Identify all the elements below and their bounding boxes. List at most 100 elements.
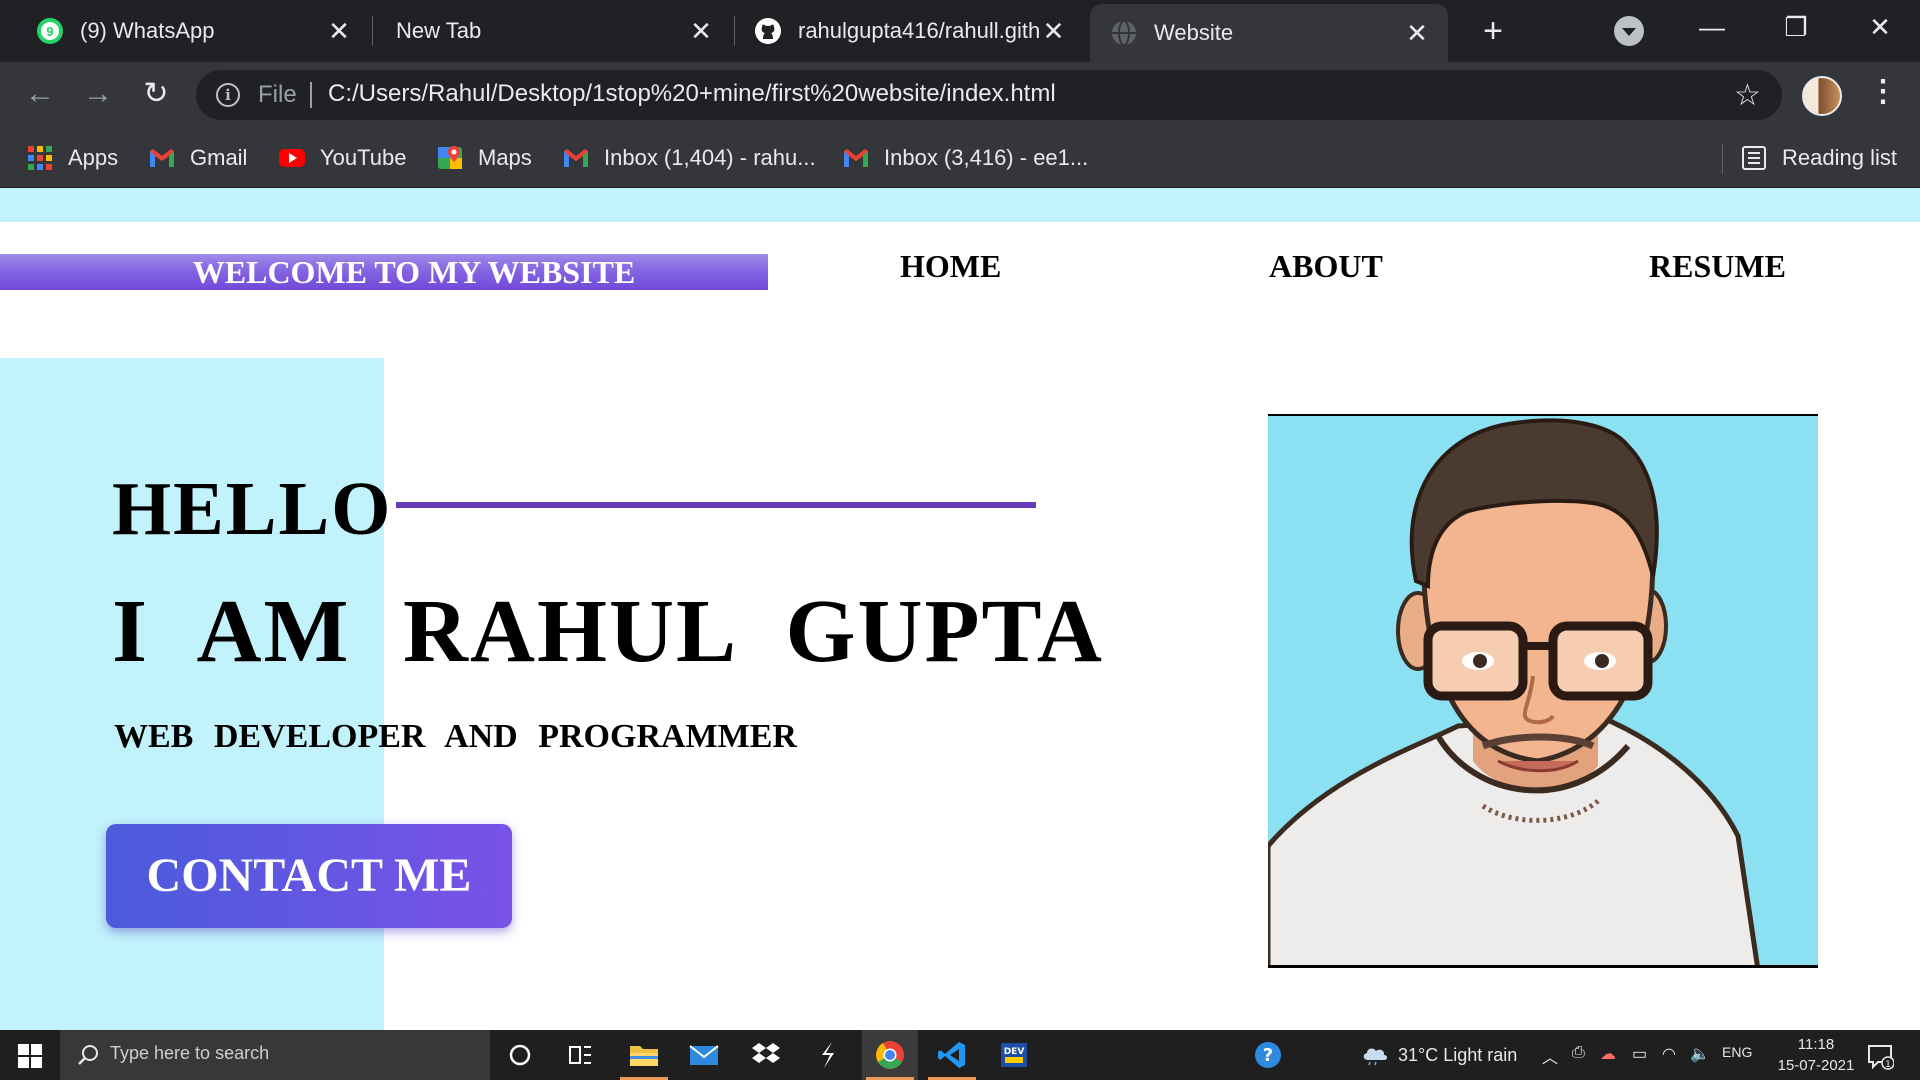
gmail-icon bbox=[564, 149, 588, 167]
tab-search-button[interactable] bbox=[1614, 16, 1644, 46]
bookmark-label: Maps bbox=[478, 145, 532, 170]
tab-website[interactable]: Website ✕ bbox=[1090, 4, 1448, 62]
svg-text:9: 9 bbox=[46, 24, 53, 39]
url-text[interactable]: C:/Users/Rahul/Desktop/1stop%20+mine/fir… bbox=[328, 80, 1056, 108]
vscode-button[interactable] bbox=[924, 1030, 980, 1080]
chevron-up-icon[interactable]: ︿ bbox=[1542, 1044, 1558, 1068]
taskbar-search-box[interactable]: Type here to search bbox=[60, 1030, 490, 1080]
nav-about[interactable]: ABOUT bbox=[1269, 248, 1383, 285]
bookmarks-divider bbox=[1722, 144, 1723, 174]
taskbar-clock[interactable]: 11:18 15-07-2021 bbox=[1756, 1034, 1876, 1076]
search-icon bbox=[78, 1045, 98, 1065]
page-viewport: WELCOME TO MY WEBSITE HOME ABOUT RESUME … bbox=[0, 188, 1920, 1030]
mail-icon bbox=[689, 1045, 719, 1065]
windows-taskbar: Type here to search DEV ? 31°C Light rai… bbox=[0, 1030, 1920, 1080]
close-window-button[interactable]: ✕ bbox=[1840, 0, 1920, 54]
tab-divider bbox=[734, 16, 735, 46]
close-icon[interactable]: ✕ bbox=[1041, 16, 1066, 47]
header-band bbox=[0, 188, 1920, 222]
chrome-button[interactable] bbox=[862, 1030, 918, 1080]
svg-text:DEV: DEV bbox=[1004, 1047, 1025, 1057]
name-heading: I AM RAHUL GUPTA bbox=[112, 582, 1104, 681]
weather-widget[interactable]: 31°C Light rain bbox=[1360, 1044, 1517, 1066]
info-icon[interactable]: i bbox=[216, 83, 240, 107]
dropbox-icon bbox=[752, 1043, 780, 1063]
help-button[interactable]: ? bbox=[1240, 1030, 1296, 1080]
gmail-icon bbox=[844, 149, 868, 167]
device-icon[interactable]: ⎙ bbox=[1572, 1044, 1585, 1062]
reading-list-label: Reading list bbox=[1782, 145, 1897, 170]
file-explorer-button[interactable] bbox=[616, 1030, 672, 1080]
cortana-icon bbox=[509, 1044, 531, 1066]
profile-avatar[interactable] bbox=[1802, 76, 1842, 116]
reload-button[interactable]: ↻ bbox=[136, 74, 176, 114]
bookmark-maps[interactable]: Maps bbox=[436, 128, 532, 188]
cloud-error-icon[interactable]: ☁ bbox=[1600, 1044, 1616, 1064]
contact-me-button[interactable]: CONTACT ME bbox=[106, 824, 512, 928]
menu-icon[interactable]: ⋮ bbox=[1868, 72, 1898, 116]
wifi-icon[interactable]: ◠ bbox=[1662, 1044, 1676, 1064]
forward-button[interactable]: → bbox=[78, 74, 118, 114]
nav-home[interactable]: HOME bbox=[900, 248, 1001, 285]
devcpp-button[interactable]: DEV bbox=[986, 1030, 1042, 1080]
reading-list-icon bbox=[1742, 146, 1766, 170]
tab-title: New Tab bbox=[396, 18, 482, 43]
language-indicator[interactable]: ENG bbox=[1722, 1044, 1752, 1060]
apps-grid-icon bbox=[28, 146, 52, 170]
bookmark-label: Inbox (3,416) - ee1... bbox=[884, 145, 1089, 170]
task-view-icon bbox=[569, 1046, 591, 1064]
close-icon[interactable]: ✕ bbox=[688, 16, 714, 47]
bookmark-star-icon[interactable]: ☆ bbox=[1734, 78, 1761, 113]
bookmark-inbox-2[interactable]: Inbox (3,416) - ee1... bbox=[842, 128, 1088, 188]
bookmark-apps[interactable]: Apps bbox=[26, 128, 118, 188]
gmail-icon bbox=[150, 149, 174, 167]
dropbox-button[interactable] bbox=[738, 1030, 794, 1080]
address-bar[interactable]: i File C:/Users/Rahul/Desktop/1stop%20+m… bbox=[196, 70, 1782, 120]
browser-toolbar: ← → ↻ i File C:/Users/Rahul/Desktop/1sto… bbox=[0, 62, 1920, 128]
portrait-illustration bbox=[1268, 418, 1760, 965]
cortana-button[interactable] bbox=[492, 1030, 548, 1080]
bookmark-label: Inbox (1,404) - rahu... bbox=[604, 145, 816, 170]
task-view-button[interactable] bbox=[552, 1030, 608, 1080]
new-tab-button[interactable]: + bbox=[1472, 10, 1514, 52]
bookmark-inbox-1[interactable]: Inbox (1,404) - rahu... bbox=[562, 128, 816, 188]
bookmark-label: Gmail bbox=[190, 145, 248, 170]
nav-resume[interactable]: RESUME bbox=[1649, 248, 1786, 285]
close-icon[interactable]: ✕ bbox=[326, 16, 352, 47]
tab-title: rahulgupta416/rahull.githu bbox=[798, 18, 1042, 43]
bookmark-gmail[interactable]: Gmail bbox=[148, 128, 247, 188]
github-icon bbox=[755, 18, 781, 44]
role-subtitle: WEB DEVELOPER AND PROGRAMMER bbox=[114, 718, 797, 755]
notification-icon[interactable]: 1 bbox=[1866, 1042, 1894, 1070]
battery-icon[interactable]: ▭ bbox=[1632, 1044, 1647, 1064]
bookmark-youtube[interactable]: YouTube bbox=[278, 128, 406, 188]
weather-text: 31°C Light rain bbox=[1398, 1044, 1518, 1065]
tab-whatsapp[interactable]: 9 (9) WhatsApp ✕ bbox=[0, 0, 370, 62]
volume-icon[interactable]: 🔈 bbox=[1690, 1044, 1710, 1064]
rain-cloud-icon bbox=[1363, 1048, 1387, 1066]
bookmarks-bar: Apps Gmail YouTube Maps Inbox (1,404) - … bbox=[0, 128, 1920, 188]
tab-github[interactable]: rahulgupta416/rahull.githu ✕ bbox=[736, 0, 1084, 62]
tab-strip: 9 (9) WhatsApp ✕ New Tab ✕ rahulgupta416… bbox=[0, 0, 1920, 62]
close-icon[interactable]: ✕ bbox=[1404, 18, 1430, 49]
windows-start-icon[interactable] bbox=[18, 1044, 42, 1068]
chrome-icon bbox=[876, 1041, 904, 1069]
vscode-icon bbox=[938, 1042, 965, 1068]
taskbar-search-placeholder: Type here to search bbox=[110, 1043, 270, 1063]
maps-icon bbox=[438, 146, 462, 169]
tab-new-tab[interactable]: New Tab ✕ bbox=[374, 0, 732, 62]
clock-date: 15-07-2021 bbox=[1777, 1057, 1855, 1074]
back-button[interactable]: ← bbox=[20, 74, 60, 114]
sublime-icon bbox=[822, 1042, 834, 1068]
welcome-banner: WELCOME TO MY WEBSITE bbox=[0, 254, 768, 290]
reading-list-button[interactable]: Reading list bbox=[1740, 128, 1897, 188]
minimize-button[interactable]: — bbox=[1672, 0, 1752, 54]
bookmark-label: YouTube bbox=[320, 145, 407, 170]
mail-button[interactable] bbox=[676, 1030, 732, 1080]
tab-title: Website bbox=[1154, 20, 1234, 45]
sublime-button[interactable] bbox=[800, 1030, 856, 1080]
bookmark-label: Apps bbox=[68, 145, 119, 170]
restore-button[interactable]: ❐ bbox=[1756, 0, 1836, 54]
globe-icon bbox=[1112, 20, 1136, 46]
folder-icon bbox=[630, 1046, 658, 1066]
